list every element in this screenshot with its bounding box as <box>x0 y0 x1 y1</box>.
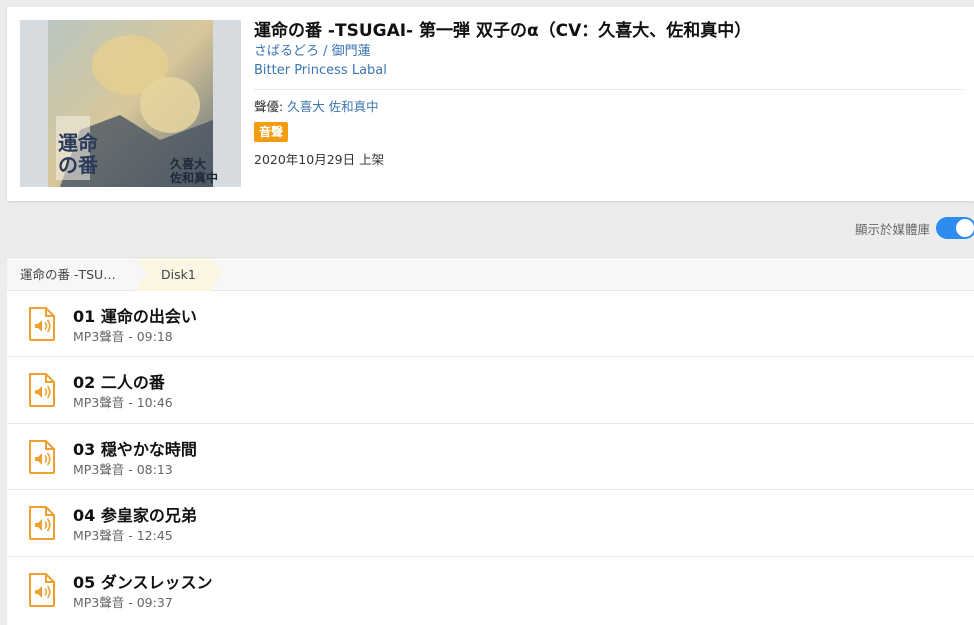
track-row[interactable]: 04 参皇家の兄弟 MP3聲音 - 12:45 <box>7 490 974 557</box>
track-meta: MP3聲音 - 12:45 <box>73 528 173 544</box>
album-publisher-link[interactable]: Bitter Princess Labal <box>254 61 964 80</box>
album-cover-image[interactable]: 運命 の番 久喜大 佐和真中 <box>20 20 241 187</box>
track-meta: MP3聲音 - 09:37 <box>73 594 173 610</box>
toggle-knob <box>956 219 974 237</box>
album-title: 運命の番 -TSUGAI- 第一弾 双子のα（CV：久喜大、佐和真中） <box>254 21 752 41</box>
track-row[interactable]: 02 二人の番 MP3聲音 - 10:46 <box>7 357 974 424</box>
svg-text:久喜大: 久喜大 <box>170 156 206 171</box>
track-title: 04 参皇家の兄弟 <box>73 506 197 526</box>
track-row[interactable]: 01 運命の出会い MP3聲音 - 09:18 <box>7 291 974 358</box>
track-meta: MP3聲音 - 10:46 <box>73 395 173 411</box>
breadcrumb-item-album[interactable]: 運命の番 -TSU… <box>7 258 135 291</box>
breadcrumb: 運命の番 -TSU… Disk1 <box>7 257 974 291</box>
album-author-link[interactable]: さばるどろ / 御門蓮 <box>254 42 964 61</box>
audio-type-badge: 音聲 <box>254 122 289 142</box>
svg-text:の番: の番 <box>58 153 99 177</box>
release-date: 2020年10月29日 上架 <box>254 152 385 167</box>
info-divider <box>254 89 964 90</box>
track-panel: 運命の番 -TSU… Disk1 01 運命の出会い MP3聲音 - 09:18… <box>7 257 974 625</box>
track-title: 01 運命の出会い <box>73 307 197 326</box>
track-row[interactable]: 05 ダンスレッスン MP3聲音 - 09:37 <box>7 557 974 623</box>
svg-text:佐和真中: 佐和真中 <box>169 170 218 185</box>
library-toggle-row: 顯示於媒體庫 <box>855 215 974 241</box>
audio-file-icon <box>29 373 55 408</box>
library-toggle-switch[interactable] <box>936 217 974 239</box>
svg-text:運命: 運命 <box>58 131 99 155</box>
track-title: 03 穏やかな時間 <box>73 439 197 459</box>
library-toggle-label: 顯示於媒體庫 <box>854 221 930 237</box>
audio-file-icon <box>29 307 55 341</box>
track-meta: MP3聲音 - 09:18 <box>73 329 173 344</box>
breadcrumb-separator <box>135 258 147 290</box>
audio-file-icon <box>29 572 55 607</box>
track-row[interactable]: 03 穏やかな時間 MP3聲音 - 08:13 <box>7 424 974 491</box>
cv-row: 聲優: 久喜大 佐和真中 <box>254 98 964 116</box>
cv-names-link[interactable]: 久喜大 佐和真中 <box>287 99 378 114</box>
audio-file-icon <box>29 439 55 474</box>
cv-label: 聲優: <box>254 99 288 114</box>
track-title: 05 ダンスレッスン <box>73 572 213 592</box>
audio-file-icon <box>29 506 55 541</box>
track-meta: MP3聲音 - 08:13 <box>73 461 173 477</box>
album-card: 運命 の番 久喜大 佐和真中 運命の番 -TSUGAI- 第一弾 双子のα（CV… <box>7 7 974 201</box>
track-title: 02 二人の番 <box>73 373 165 393</box>
